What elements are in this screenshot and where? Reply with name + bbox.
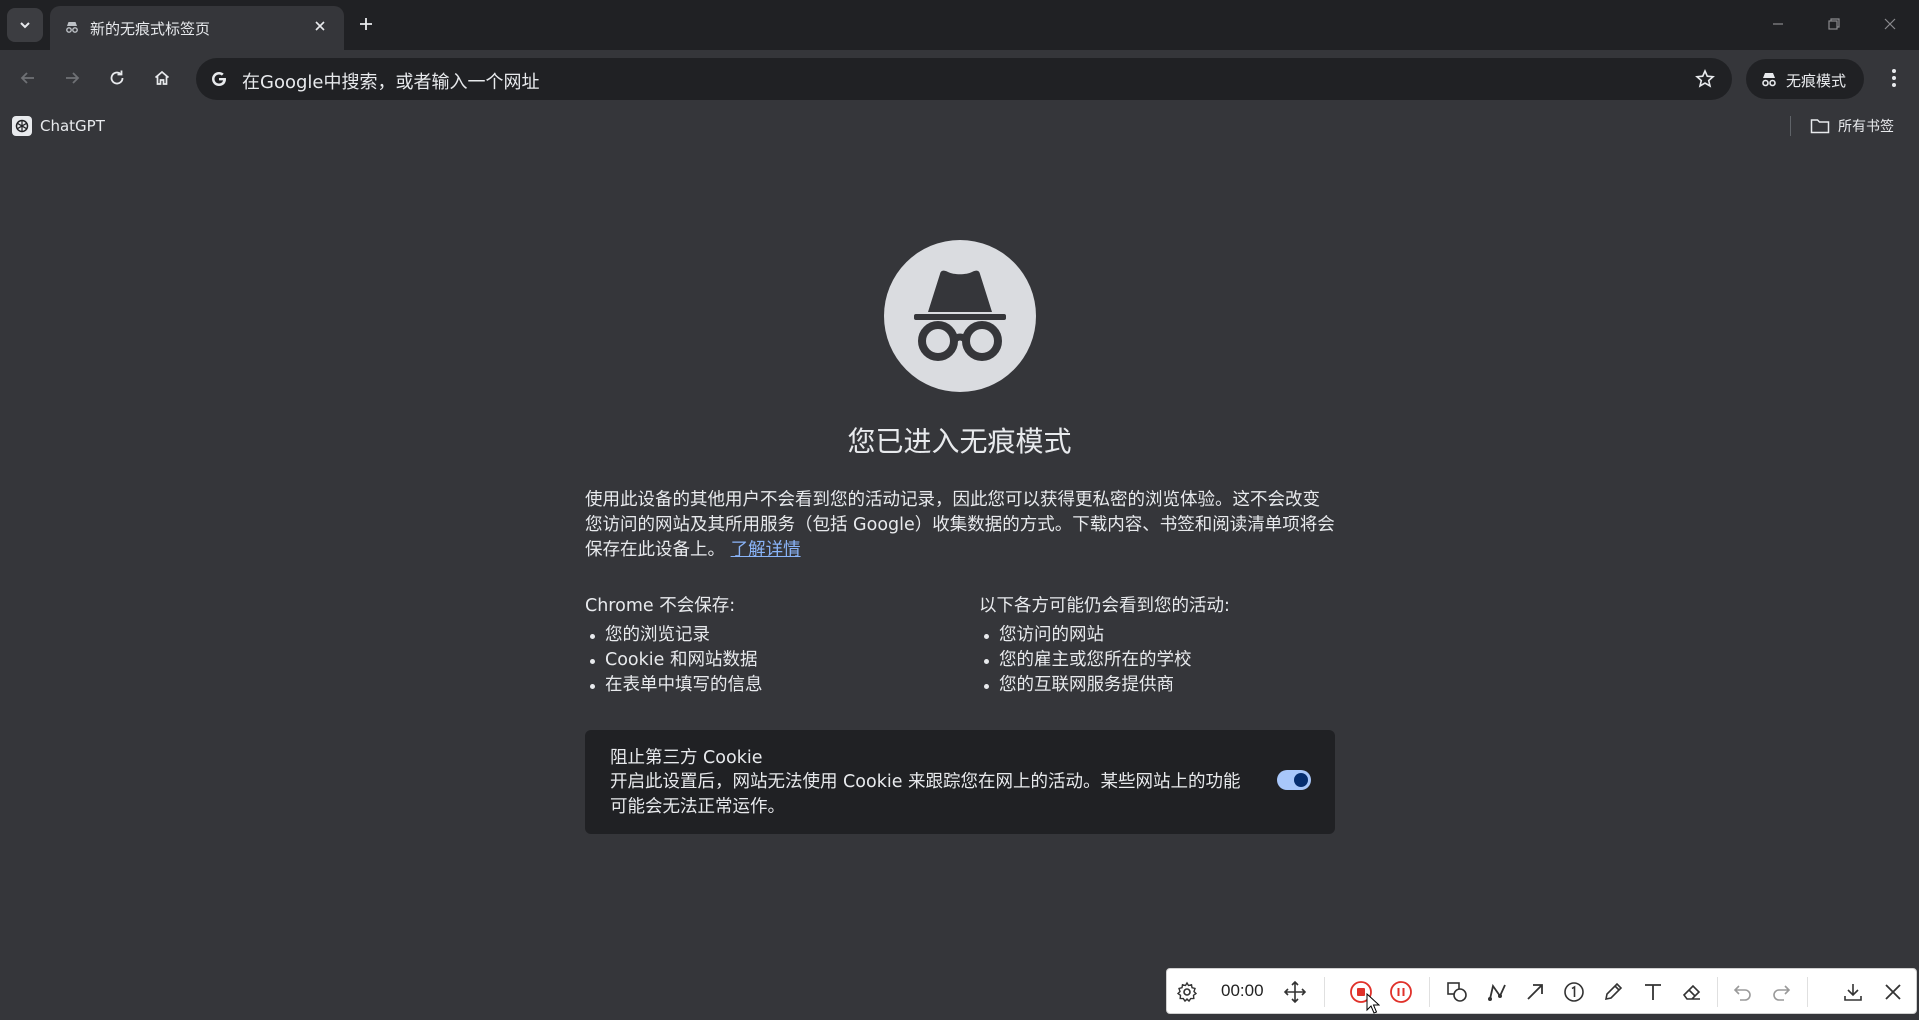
close-icon [1885,984,1901,1000]
page-headline: 您已进入无痕模式 [847,425,1072,458]
restore-button[interactable] [1814,8,1854,40]
toolbar: 在Google中搜索，或者输入一个网址 无痕模式 [0,50,1919,106]
list-item: 您的互联网服务提供商 [979,673,1359,698]
recorder-timer: 00:00 [1221,981,1264,1000]
download-icon [1844,984,1862,1001]
close-icon [315,21,325,31]
toggle-knob [1294,773,1308,787]
cookie-card-description: 开启此设置后，网站无法使用 Cookie 来跟踪您在网上的活动。某些网站上的功能… [610,772,1241,817]
redo-icon [1773,985,1791,1001]
arrow-right-icon [66,72,80,84]
polyline-icon [1488,983,1506,1001]
shapes-icon [1447,982,1467,1002]
number-marker-button[interactable] [1560,978,1588,1006]
chrome-menu-button[interactable] [1878,62,1910,94]
may-see-list: 您访问的网站 您的雇主或您所在的学校 您的互联网服务提供商 [979,623,1359,698]
reload-button[interactable] [101,62,133,94]
cookie-card-title: 阻止第三方 Cookie [610,748,763,768]
not-saved-column: Chrome 不会保存: 您的浏览记录 Cookie 和网站数据 在表单中填写的… [585,594,965,698]
screen-recorder-toolbar: 00:00 [1166,968,1917,1014]
download-button[interactable] [1839,978,1867,1006]
polyline-tool-button[interactable] [1483,978,1511,1006]
text-icon [1645,984,1661,1000]
not-saved-heading: Chrome 不会保存: [585,596,736,616]
minimize-icon [1773,23,1783,25]
mouse-cursor-icon [1366,993,1380,1014]
incognito-profile-label: 无痕模式 [1786,72,1847,90]
not-saved-list: 您的浏览记录 Cookie 和网站数据 在表单中填写的信息 [585,623,965,698]
bookmarks-divider [1790,116,1791,136]
may-see-column: 以下各方可能仍会看到您的活动: 您访问的网站 您的雇主或您所在的学校 您的互联网… [979,594,1359,698]
arrow-icon [1527,984,1543,1000]
bookmark-chatgpt[interactable]: ChatGPT [12,114,105,138]
toolbar-divider [1717,977,1718,1007]
tab-incognito[interactable]: 新的无痕式标签页 [50,6,344,50]
address-bar-placeholder: 在Google中搜索，或者输入一个网址 [242,72,540,93]
list-item: 在表单中填写的信息 [585,673,965,698]
eraser-icon [1682,984,1701,1000]
pencil-icon [1604,982,1623,1001]
text-tool-button[interactable] [1639,978,1667,1006]
incognito-logo-icon [884,240,1036,392]
shape-tool-button[interactable] [1443,978,1471,1006]
bookmarks-bar: ChatGPT 所有书签 [0,106,1919,146]
restore-icon [1828,18,1840,30]
eraser-tool-button[interactable] [1678,978,1706,1006]
gear-icon [1176,981,1198,1003]
learn-more-link[interactable]: 了解详情 [731,540,801,560]
plus-icon [360,18,372,30]
new-tab-button[interactable] [352,10,380,38]
tab-strip: 新的无痕式标签页 [0,0,1919,50]
incognito-icon [66,22,78,33]
forward-button[interactable] [56,62,88,94]
folder-icon [1810,119,1830,134]
tab-search-button[interactable] [7,8,43,42]
bookmark-star-icon[interactable] [1694,68,1716,90]
incognito-icon [1762,73,1776,87]
home-icon [154,70,170,85]
third-party-cookie-card: 阻止第三方 Cookie 开启此设置后，网站无法使用 Cookie 来跟踪您在网… [585,730,1335,834]
chevron-down-icon [20,22,30,29]
toolbar-divider [1324,977,1325,1007]
toolbar-divider [1429,977,1430,1007]
window-close-button[interactable] [1870,8,1910,40]
undo-button[interactable] [1729,978,1757,1006]
list-item: 您的雇主或您所在的学校 [979,648,1359,673]
redo-button[interactable] [1767,978,1795,1006]
numbered-circle-icon [1564,982,1584,1002]
tab-close-button[interactable] [308,14,332,38]
may-see-heading: 以下各方可能仍会看到您的活动: [979,596,1230,616]
undo-icon [1733,985,1751,1001]
list-item: Cookie 和网站数据 [585,648,965,673]
minimize-button[interactable] [1758,8,1798,40]
reload-icon [110,70,124,85]
home-button[interactable] [146,62,178,94]
toolbar-divider [1807,977,1808,1007]
more-vertical-icon [1892,69,1896,87]
pause-record-button[interactable] [1387,978,1415,1006]
move-toolbar-handle[interactable] [1281,978,1309,1006]
intro-text: 使用此设备的其他用户不会看到您的活动记录，因此您可以获得更私密的浏览体验。这不会… [585,490,1335,560]
all-bookmarks-button[interactable]: 所有书签 [1810,114,1894,138]
pen-tool-button[interactable] [1599,978,1627,1006]
tab-title: 新的无痕式标签页 [90,20,211,38]
arrow-tool-button[interactable] [1521,978,1549,1006]
move-icon [1283,980,1307,1004]
intro-paragraph: 使用此设备的其他用户不会看到您的活动记录，因此您可以获得更私密的浏览体验。这不会… [585,488,1335,563]
all-bookmarks-label: 所有书签 [1838,119,1894,135]
list-item: 您访问的网站 [979,623,1359,648]
block-cookies-toggle[interactable] [1277,770,1311,790]
recorder-settings-button[interactable] [1173,978,1201,1006]
google-icon [212,72,226,86]
address-bar[interactable]: 在Google中搜索，或者输入一个网址 [196,58,1732,100]
chatgpt-icon [12,116,32,136]
pause-icon [1390,981,1412,1003]
close-icon [1884,18,1896,30]
incognito-profile-button[interactable]: 无痕模式 [1746,59,1864,99]
arrow-left-icon [20,72,34,84]
close-recorder-button[interactable] [1879,978,1907,1006]
bookmark-label: ChatGPT [40,117,105,135]
list-item: 您的浏览记录 [585,623,965,648]
back-button[interactable] [12,62,44,94]
